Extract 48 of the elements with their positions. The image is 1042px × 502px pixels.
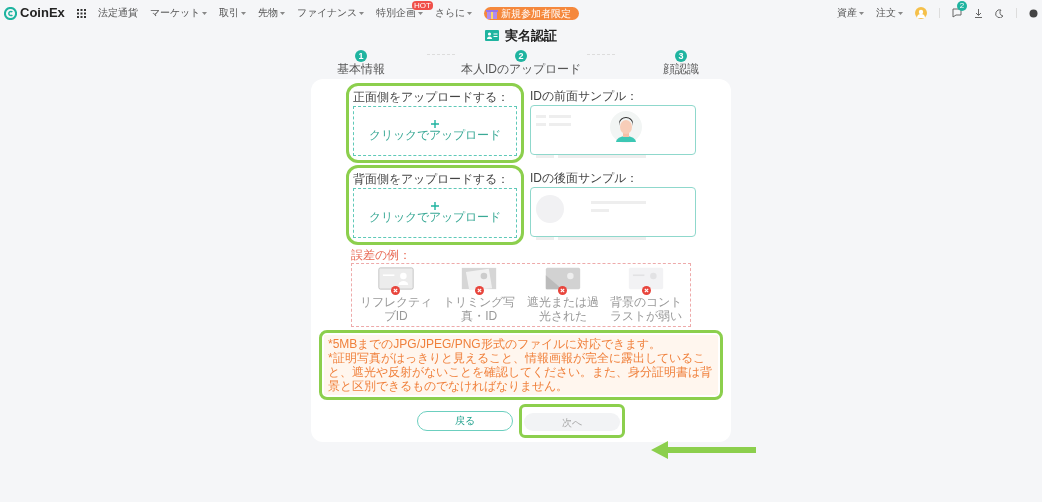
error-icon [474,285,484,295]
id-error-example-drawing [461,266,498,290]
grid-menu-icon [76,8,86,18]
step-label: 顔認識 [663,61,699,76]
plus-icon [431,201,439,210]
nav-menu-item[interactable]: 資産 [837,6,864,20]
error-icon [558,285,568,295]
step-number: 1 [355,49,367,62]
note-text: *証明写真がはっきりと見えること、情報画報が完全に露出していること、遮光や反射がないことを確認してください。また、身分証明書は背景と区別できるものでなければなりません。 [328,350,713,393]
error-example-label: トリミング写真・ID [442,294,517,323]
nav-menu-item[interactable]: 注文 [876,6,903,20]
moon-icon [995,8,1004,18]
message-icon [952,8,962,18]
id-error-example-drawing [377,266,414,290]
sample-label: IDの後面サンプル： [530,170,639,185]
download-icon [974,8,983,18]
logo-icon [4,6,17,20]
error-icon [391,285,401,295]
step-number: 3 [675,49,687,62]
page-title: 実名認証 [505,27,557,45]
gift-icon [485,7,498,19]
step-label: 本人IDのアップロード [461,61,581,76]
nav-menu-item[interactable]: 法定通貨 [97,6,138,20]
logo-text[interactable]: CoinEx [20,3,65,23]
id-error-example-drawing [544,266,581,290]
error-example-label: リフレクティブID [358,294,433,323]
nav-menu-item[interactable]: マーケット [149,6,207,20]
nav-menu-item[interactable]: 取引 [218,6,246,20]
error-icon [641,285,651,295]
error-example-label: 遮光または過光された [525,294,600,323]
avatar-icon [915,7,927,19]
note-text: *5MBまでのJPG/JPEG/PNG形式のファイルに対応できます。 [328,336,662,351]
promo-label: 新規参加者限定 [500,6,571,21]
step-number: 2 [515,49,527,62]
step-label: 基本情報 [337,61,385,76]
message-count-badge: 2 [957,1,967,11]
nav-menu-item[interactable]: ファイナンス [296,6,364,20]
error-example-label: 背景のコントラストが弱い [609,294,684,323]
id-error-example-drawing [628,266,665,290]
id-card-icon [485,30,499,42]
nav-menu-item[interactable]: さらに [434,6,472,20]
error-examples-label: 誤差の例： [351,247,412,262]
upload-label: 背面側をアップロードする： [353,171,510,186]
sample-label: IDの前面サンプル： [530,88,639,103]
nav-menu-item[interactable]: 先物 [257,6,285,20]
upload-label: 正面側をアップロードする： [353,89,510,104]
hot-badge: HOT [411,1,433,10]
plus-icon [431,119,439,128]
